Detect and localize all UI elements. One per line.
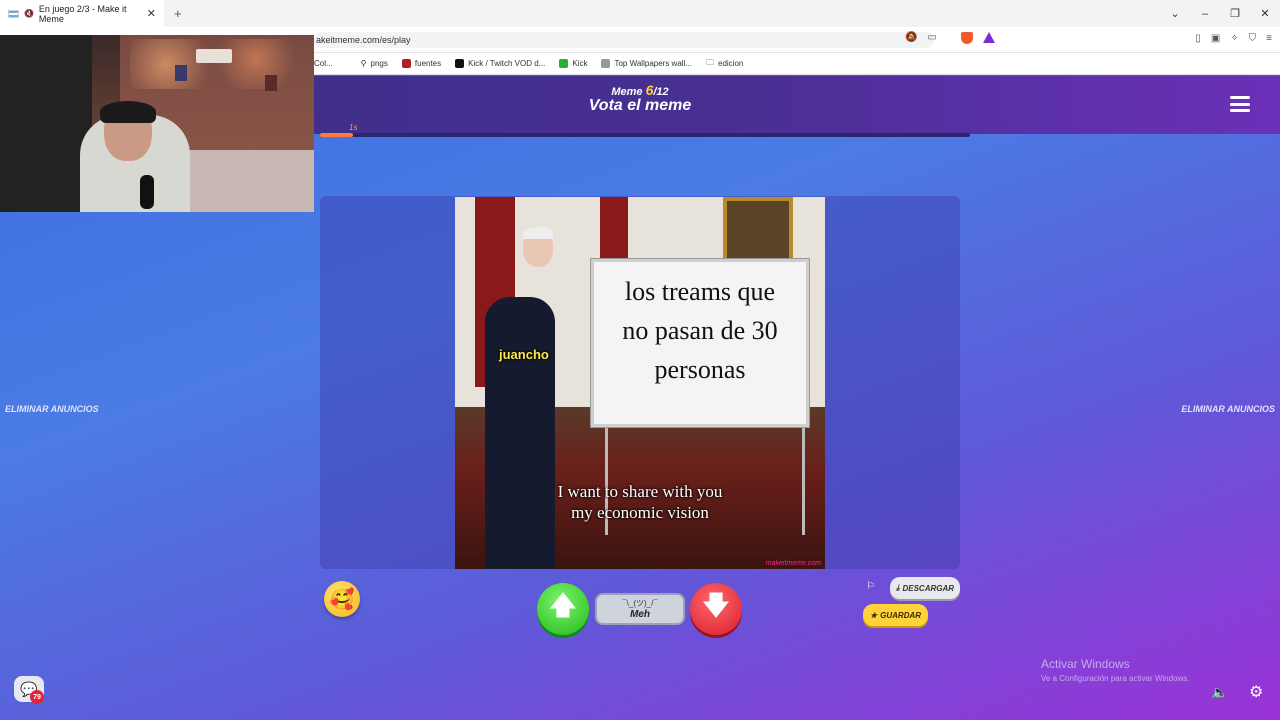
webcam-poster (265, 75, 277, 91)
pin-icon: ⚲ (360, 59, 367, 68)
kick-favicon-icon (559, 59, 569, 68)
bookmark-item[interactable]: Top Wallpapers wall... (601, 59, 692, 68)
download-button[interactable]: ⤓ DESCARGAR (890, 577, 960, 599)
volume-icon[interactable]: 🔈 (1211, 684, 1228, 701)
person-hair (523, 227, 553, 239)
save-button[interactable]: ★ GUARDAR (863, 604, 928, 626)
caption-line: I want to share with you (557, 482, 723, 501)
save-label: GUARDAR (880, 610, 922, 620)
meme-caption: I want to share with you my economic vis… (455, 481, 825, 523)
upvote-button[interactable]: 🡅 (537, 583, 589, 635)
star-icon: ★ (869, 610, 878, 620)
address-bar-icons: 🔕 ▭ (905, 32, 995, 44)
brave-rewards-icon[interactable] (982, 32, 995, 43)
bookmark-label: fuentes (414, 59, 442, 68)
whiteboard-line: no pasan de 30 (622, 316, 778, 345)
download-icon: ⤓ (895, 583, 900, 592)
wallet-icon[interactable]: ▣ (1211, 33, 1220, 44)
vote-controls: 🡅 ¯\_(ツ)_/¯ Meh 🡇 (535, 581, 745, 641)
timer-fill (320, 133, 353, 137)
timer-label: 1s (349, 123, 358, 132)
mute-icon[interactable]: 🔇 (24, 9, 34, 18)
flag-icon[interactable]: ⚐ (866, 581, 875, 592)
bookmark-label: edicion (718, 59, 744, 68)
watermark: makeitmeme.com (765, 560, 821, 567)
bookmark-item[interactable]: Kick (559, 59, 587, 68)
tab-close-button[interactable]: ✕ (147, 7, 156, 20)
reaction-emoji-button[interactable]: 🥰 (324, 581, 360, 617)
meme-image: los treams que no pasan de 30 personas j… (455, 197, 825, 569)
bookmark-label: pngs (370, 59, 388, 68)
toolbar-right-icons: ▯ ▣ ✧ ⛉ ≡ (1195, 33, 1272, 44)
meh-label: Meh (630, 609, 650, 620)
gear-icon[interactable]: ⚙ (1249, 682, 1263, 702)
bookmark-label: Top Wallpapers wall... (614, 59, 692, 68)
new-tab-button[interactable]: + (174, 6, 182, 21)
close-window-button[interactable]: ✕ (1250, 0, 1280, 27)
folder-icon: 🗀 (706, 57, 714, 67)
activation-subtitle: Ve a Configuración para activar Windows. (1041, 674, 1190, 683)
bookmark-label: Kick (572, 59, 588, 68)
bookmark-item[interactable]: fuentes (401, 59, 442, 68)
tab-search-button[interactable]: ⌄ (1160, 0, 1190, 27)
kick-vod-favicon-icon (455, 59, 465, 68)
bookmark-item[interactable]: 🗀 edicion (706, 57, 743, 71)
url-field[interactable]: akeitmeme.com/es/play (314, 32, 934, 48)
restore-button[interactable]: ❐ (1220, 0, 1250, 27)
whiteboard-text: los treams que no pasan de 30 personas (597, 272, 803, 389)
chat-badge: 79 (30, 690, 44, 704)
timer-bar (320, 133, 970, 137)
minimize-button[interactable]: – (1190, 0, 1220, 27)
browser-tabbar: 🔇 En juego 2/3 - Make it Meme ✕ + ⌄ – ❐ … (0, 0, 1280, 27)
bookmark-item[interactable]: Col... (314, 59, 333, 68)
person-label: juancho (499, 347, 549, 362)
wallpapers-favicon-icon (601, 59, 611, 68)
webcam-poster (175, 65, 187, 81)
tab-title: En juego 2/3 - Make it Meme (38, 3, 127, 24)
brave-shields-icon[interactable] (960, 32, 973, 44)
person-figure (485, 297, 555, 569)
menu-icon[interactable]: ≡ (1266, 33, 1272, 44)
webcam-streamer-cap (100, 101, 156, 123)
webcam-lights (130, 39, 310, 89)
remove-ads-link-right[interactable]: ELIMINAR ANUNCIOS (1181, 404, 1275, 414)
browser-tab[interactable]: 🔇 En juego 2/3 - Make it Meme ✕ (0, 0, 164, 27)
shrug-face: ¯\_(ツ)_/¯ (622, 599, 658, 608)
remove-ads-link-left[interactable]: ELIMINAR ANUNCIOS (5, 404, 99, 414)
whiteboard-line: los treams que (624, 277, 776, 306)
bookmark-item[interactable]: ⚲ pngs (361, 59, 388, 68)
leo-ai-icon[interactable]: ✧ (1230, 33, 1238, 44)
vpn-icon[interactable]: ⛉ (1249, 33, 1257, 44)
bookmark-label: Kick / Twitch VOD d... (468, 59, 546, 68)
painting (723, 197, 793, 267)
meh-button[interactable]: ¯\_(ツ)_/¯ Meh (595, 593, 685, 625)
download-label: DESCARGAR (902, 583, 955, 593)
argentina-flag-icon (8, 9, 19, 18)
bookmark-label: Col... (314, 59, 333, 68)
site-muted-icon[interactable]: 🔕 (905, 32, 917, 44)
windows-activation-notice: Activar Windows Ve a Configuración para … (1041, 657, 1190, 683)
arrow-down-icon: 🡇 (702, 590, 730, 620)
whiteboard-line: personas (654, 355, 746, 384)
webcam-bed (186, 150, 314, 212)
webcam-microphone (140, 175, 154, 209)
activation-title: Activar Windows (1041, 657, 1130, 671)
cast-icon[interactable]: ▭ (927, 32, 936, 44)
webcam-overlay (0, 35, 314, 212)
webcam-closet (0, 35, 92, 212)
hamburger-menu-icon[interactable] (1230, 96, 1250, 112)
webcam-air-conditioner (196, 49, 232, 63)
sidebar-icon[interactable]: ▯ (1195, 33, 1201, 44)
fuentes-favicon-icon (401, 59, 411, 68)
arrow-up-icon: 🡅 (549, 590, 577, 620)
downvote-button[interactable]: 🡇 (690, 583, 742, 635)
bookmark-item[interactable]: Kick / Twitch VOD d... (455, 59, 545, 68)
caption-line: my economic vision (571, 503, 709, 522)
smiling-face-icon: 🥰 (329, 588, 355, 611)
window-controls: ⌄ – ❐ ✕ (1160, 0, 1280, 27)
